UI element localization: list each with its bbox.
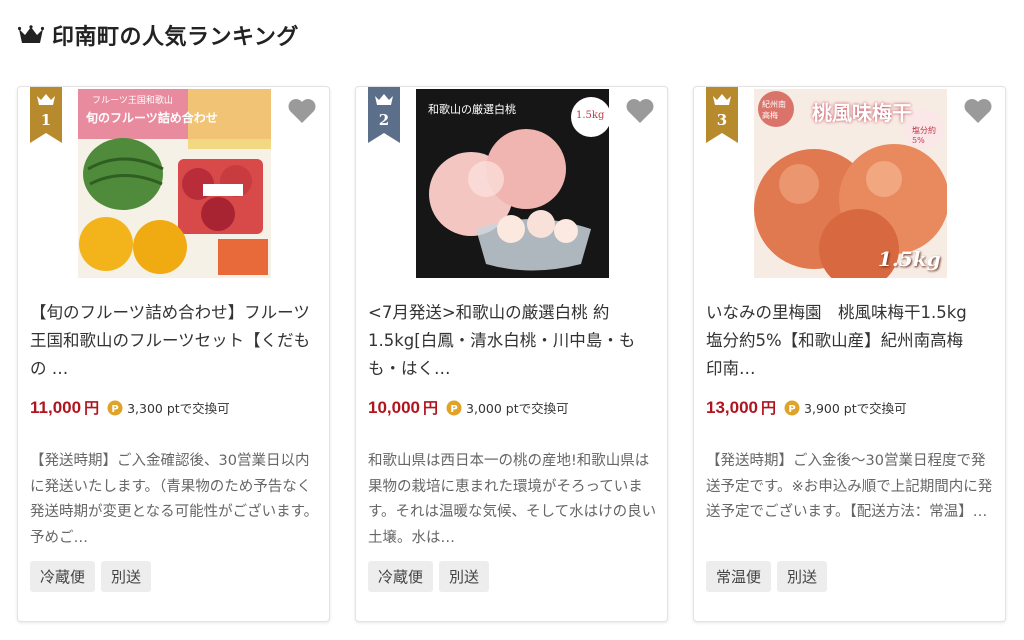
point-icon: P: [107, 400, 123, 415]
tag-list: 冷蔵便 別送: [30, 561, 152, 592]
rank-badge: 3: [706, 87, 738, 143]
svg-text:P: P: [788, 404, 795, 415]
product-description: 和歌山県は西日本一の桃の産地!和歌山県は果物の栽培に恵まれた環境がそろっています…: [368, 453, 657, 546]
price-row: 11,000 円 P 3,300 ptで交換可: [30, 397, 230, 418]
tag-list: 常温便 別送: [706, 561, 828, 592]
tag-shipping: 冷蔵便: [30, 561, 96, 592]
favorite-button[interactable]: [963, 97, 993, 125]
product-name[interactable]: 【旬のフルーツ詰め合わせ】フルーツ王国和歌山のフルーツセット【くだもの …: [30, 299, 320, 383]
crown-icon: [18, 25, 44, 43]
product-name[interactable]: いなみの里梅園 桃風味梅干1.5kg 塩分約5%【和歌山産】紀州南高梅 印南…: [706, 299, 996, 383]
rank-number: 2: [378, 111, 390, 129]
ranking-card-1[interactable]: フルーツ王国和歌山 旬のフルーツ詰め合わせ 1 【旬のフルーツ詰め合わせ】フルー…: [17, 86, 330, 622]
rank-badge: 2: [368, 87, 400, 143]
section-title: 印南町の人気ランキング: [52, 25, 299, 50]
image-text-4: 1.5kg: [878, 247, 941, 271]
favorite-button[interactable]: [625, 97, 655, 125]
rank-number: 3: [716, 111, 728, 129]
heart-icon: [964, 99, 992, 123]
point-icon: P: [446, 400, 462, 415]
image-text-2: 旬のフルーツ詰め合わせ: [86, 111, 218, 125]
product-image[interactable]: 和歌山の厳選白桃 1.5kg: [416, 89, 609, 278]
tag-separate: 別送: [777, 561, 828, 592]
price: 13,000 円: [706, 398, 777, 417]
ranking-card-3[interactable]: 紀州南高梅 桃風味梅干 塩分約5% 1.5kg 3 いなみの里梅園 桃風味梅干1…: [693, 86, 1006, 622]
point-text: 3,000 ptで交換可: [466, 401, 569, 416]
heart-icon: [626, 99, 654, 123]
point-icon: P: [784, 400, 800, 415]
image-text-2: 1.5kg: [576, 110, 605, 121]
image-text-3: 塩分約5%: [912, 126, 936, 145]
price-row: 13,000 円 P 3,900 ptで交換可: [706, 397, 907, 418]
tag-shipping: 冷蔵便: [368, 561, 434, 592]
image-text-1: 和歌山の厳選白桃: [428, 103, 516, 116]
price-row: 10,000 円 P 3,000 ptで交換可: [368, 397, 569, 418]
svg-text:P: P: [450, 404, 457, 415]
product-description: 【発送時期】ご入金確認後、30営業日以内に発送いたします。（青果物のため予告なく…: [30, 453, 319, 546]
product-image[interactable]: 紀州南高梅 桃風味梅干 塩分約5% 1.5kg: [754, 89, 947, 278]
tag-list: 冷蔵便 別送: [368, 561, 490, 592]
price: 10,000 円: [368, 398, 439, 417]
rank-badge: 1: [30, 87, 62, 143]
product-description: 【発送時期】ご入金後～30営業日程度で発送予定です。※お申込み順で上記期間内に発…: [706, 453, 993, 520]
point-text: 3,300 ptで交換可: [127, 401, 230, 416]
product-name[interactable]: <7月発送>和歌山の厳選白桃 約1.5kg[白鳳・清水白桃・川中島・もも・はく…: [368, 299, 658, 383]
image-text-1: 紀州南高梅: [762, 100, 786, 120]
tag-separate: 別送: [101, 561, 152, 592]
tag-shipping: 常温便: [706, 561, 772, 592]
svg-text:P: P: [111, 404, 118, 415]
tag-separate: 別送: [439, 561, 490, 592]
product-image[interactable]: フルーツ王国和歌山 旬のフルーツ詰め合わせ: [78, 89, 271, 278]
section-header: 印南町の人気ランキング: [18, 18, 299, 52]
price: 11,000 円: [30, 398, 100, 417]
point-text: 3,900 ptで交換可: [804, 401, 907, 416]
ranking-card-2[interactable]: 和歌山の厳選白桃 1.5kg 2 <7月発送>和歌山の厳選白桃 約1.5kg[白…: [355, 86, 668, 622]
image-text-2: 桃風味梅干: [812, 101, 912, 125]
rank-number: 1: [40, 111, 52, 129]
heart-icon: [288, 99, 316, 123]
favorite-button[interactable]: [287, 97, 317, 125]
image-text-1: フルーツ王国和歌山: [92, 96, 173, 106]
